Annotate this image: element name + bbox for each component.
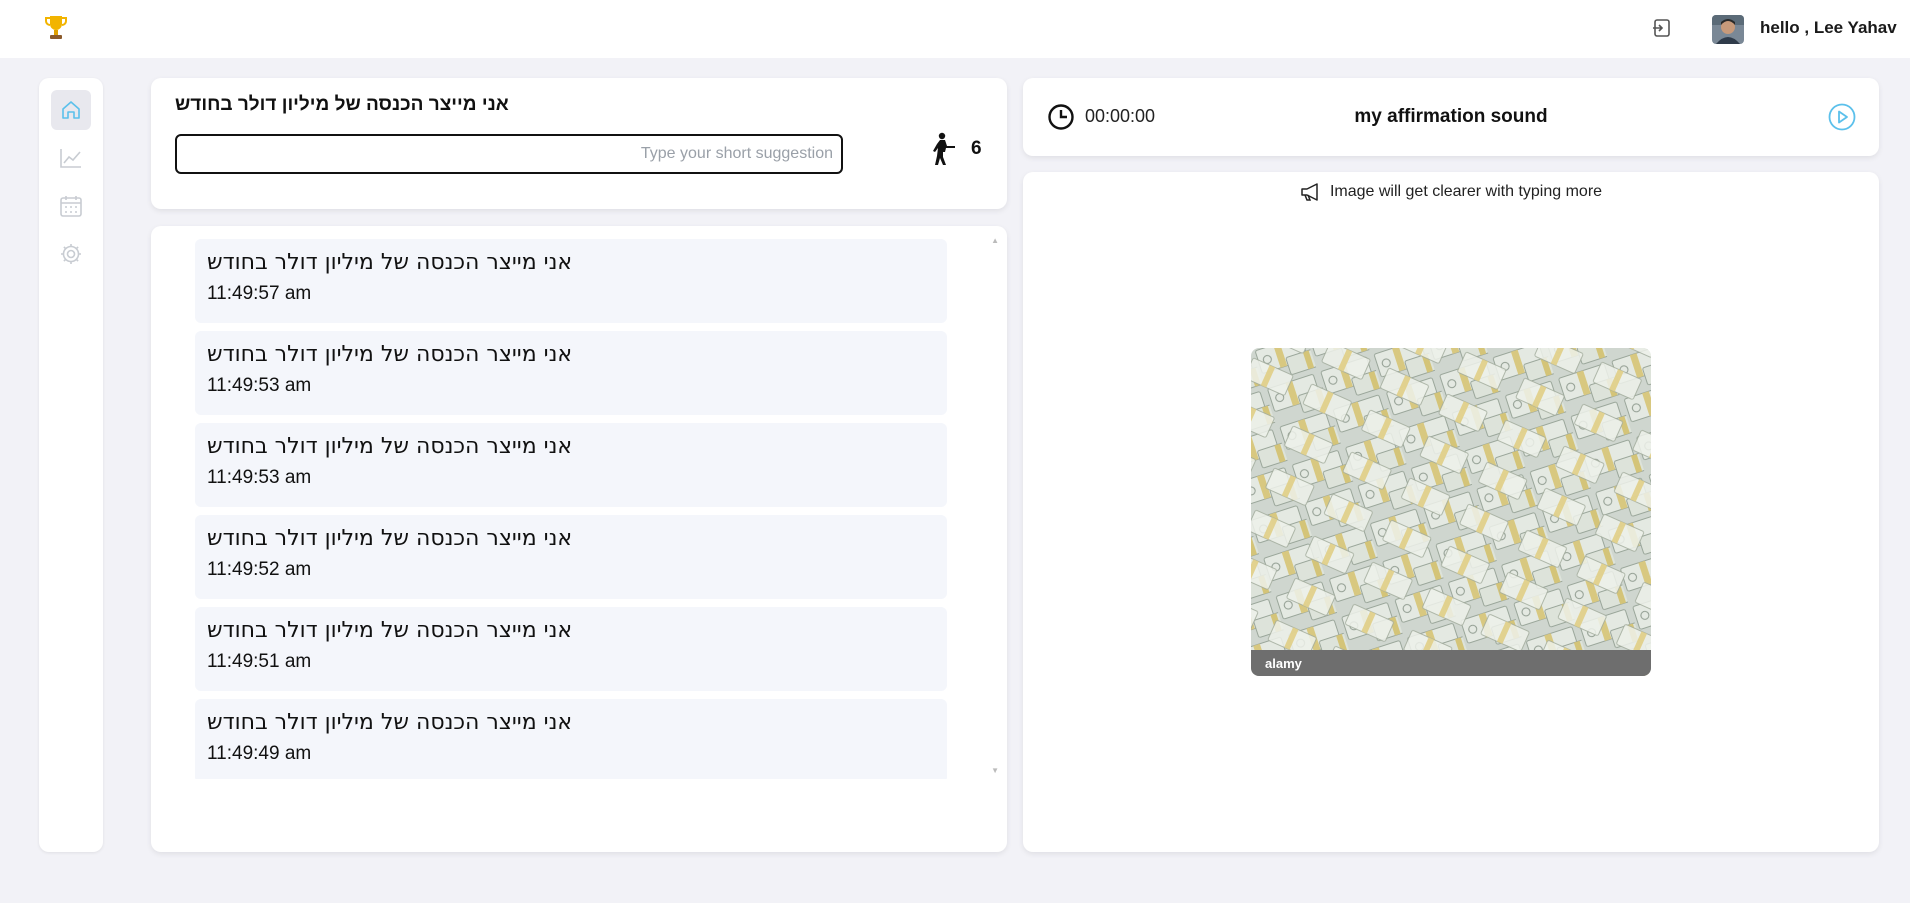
sidebar-item-stats[interactable] bbox=[51, 138, 91, 178]
scroll-down-arrow-icon[interactable]: ▼ bbox=[991, 766, 999, 775]
affirmation-sound-card: 00:00:00 my affirmation sound bbox=[1023, 78, 1879, 156]
list-item: אני מייצר הכנסה של מיליון דולר בחודש 11:… bbox=[195, 607, 947, 691]
user-greeting: hello , Lee Yahav bbox=[1760, 18, 1897, 37]
list-item: אני מייצר הכנסה של מיליון דולר בחודש 11:… bbox=[195, 423, 947, 507]
affirmation-count: 6 bbox=[971, 138, 982, 159]
sound-title: my affirmation sound bbox=[1354, 106, 1548, 127]
suggestion-input[interactable] bbox=[175, 134, 843, 174]
logout-icon[interactable] bbox=[1652, 18, 1672, 38]
entry-time: 11:49:53 am bbox=[207, 467, 312, 488]
image-hint-text: Image will get clearer with typing more bbox=[1329, 183, 1603, 200]
list-item: אני מייצר הכנסה של מיליון דולר בחודש 11:… bbox=[195, 699, 947, 779]
scroll-up-arrow-icon[interactable]: ▲ bbox=[991, 236, 999, 245]
entry-time: 11:49:57 am bbox=[207, 283, 312, 304]
sidebar bbox=[39, 78, 103, 852]
play-icon[interactable] bbox=[1827, 102, 1857, 132]
entry-text: אני מייצר הכנסה של מיליון דולר בחודש bbox=[207, 710, 573, 735]
avatar[interactable] bbox=[1712, 15, 1744, 44]
visualization-card: Image will get clearer with typing more … bbox=[1023, 172, 1879, 852]
list-item: אני מייצר הכנסה של מיליון דולר בחודש 11:… bbox=[195, 239, 947, 323]
list-item: אני מייצר הכנסה של מיליון דולר בחודש 11:… bbox=[195, 331, 947, 415]
entry-text: אני מייצר הכנסה של מיליון דולר בחודש bbox=[207, 618, 573, 643]
affirmation-history-card: אני מייצר הכנסה של מיליון דולר בחודש 11:… bbox=[151, 226, 1007, 852]
money-image: alamy bbox=[1251, 348, 1651, 676]
chart-line-icon bbox=[60, 149, 81, 168]
image-hint: Image will get clearer with typing more bbox=[1023, 182, 1879, 202]
entry-text: אני מייצר הכנסה של מיליון דולר בחודש bbox=[207, 434, 573, 459]
gear-icon bbox=[61, 244, 81, 264]
watermark-text: alamy bbox=[1265, 656, 1303, 671]
home-icon bbox=[62, 101, 80, 119]
megaphone-icon bbox=[1301, 183, 1318, 201]
calendar-icon bbox=[60, 196, 82, 217]
sidebar-item-settings[interactable] bbox=[51, 234, 91, 274]
entry-text: אני מייצר הכנסה של מיליון דולר בחודש bbox=[207, 250, 573, 275]
affirmation-title: אני מייצר הכנסה של מיליון דולר בחודש bbox=[175, 94, 509, 115]
entry-text: אני מייצר הכנסה של מיליון דולר בחודש bbox=[207, 342, 573, 367]
sidebar-item-calendar[interactable] bbox=[51, 186, 91, 226]
list-item: אני מייצר הכנסה של מיליון דולר בחודש 11:… bbox=[195, 515, 947, 599]
entry-time: 11:49:49 am bbox=[207, 743, 312, 764]
affirmation-input-card: אני מייצר הכנסה של מיליון דולר בחודש 6 bbox=[151, 78, 1007, 209]
entry-time: 11:49:52 am bbox=[207, 559, 312, 580]
soldier-icon bbox=[933, 132, 955, 165]
entry-time: 11:49:51 am bbox=[207, 651, 312, 672]
top-bar: hello , Lee Yahav bbox=[0, 0, 1910, 58]
history-list[interactable]: אני מייצר הכנסה של מיליון דולר בחודש 11:… bbox=[195, 239, 947, 779]
entry-time: 11:49:53 am bbox=[207, 375, 312, 396]
entry-text: אני מייצר הכנסה של מיליון דולר בחודש bbox=[207, 526, 573, 551]
trophy-icon[interactable] bbox=[44, 14, 68, 42]
sidebar-item-home[interactable] bbox=[51, 90, 91, 130]
